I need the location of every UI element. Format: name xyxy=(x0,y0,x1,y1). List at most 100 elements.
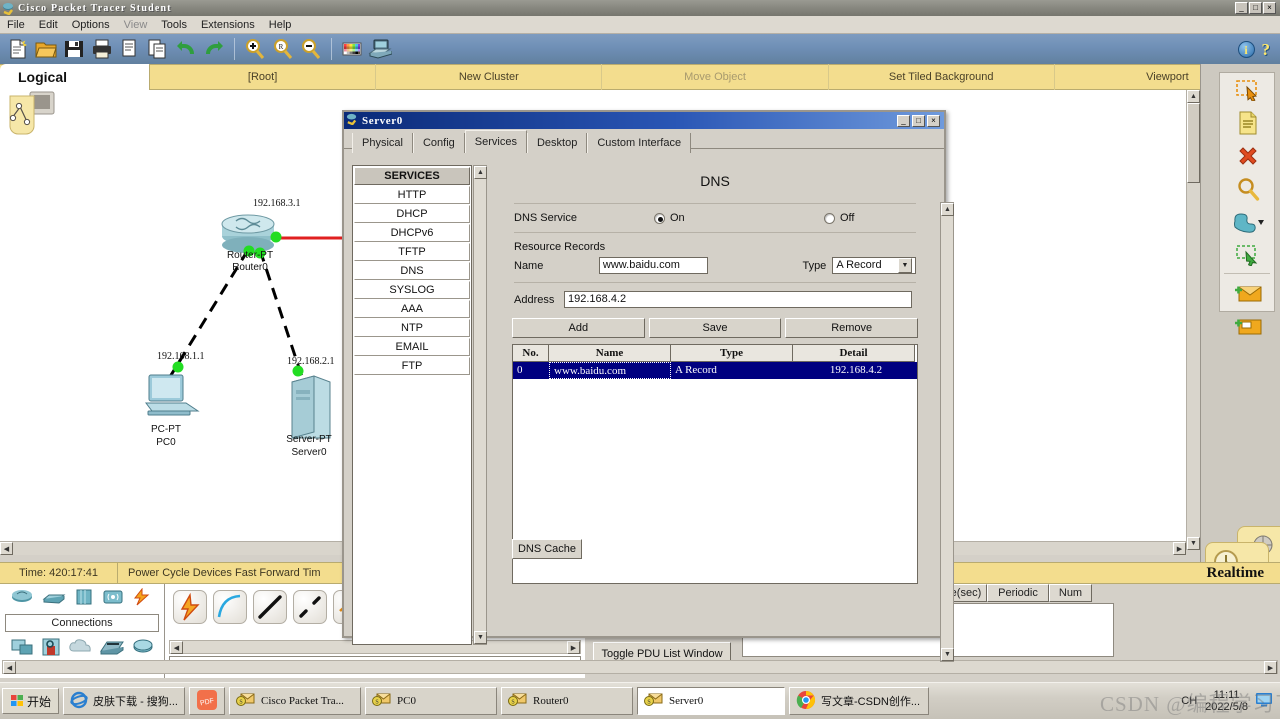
service-item-tftp[interactable]: TFTP xyxy=(354,243,470,261)
server0-dialog[interactable]: Server0 _ □ × Physical Config Services D… xyxy=(342,110,946,638)
copper-straight-icon[interactable] xyxy=(10,637,34,660)
address-input[interactable]: 192.168.4.2 xyxy=(564,291,912,308)
ime-indicator[interactable]: CH xyxy=(1181,695,1197,707)
menu-item-tools[interactable]: Tools xyxy=(154,18,194,32)
show-desktop-icon[interactable] xyxy=(1256,693,1272,710)
switch-category-icon[interactable] xyxy=(42,588,66,609)
menu-item-extensions[interactable]: Extensions xyxy=(194,18,262,32)
zoom-reset-icon[interactable]: R xyxy=(271,37,295,61)
inspect-icon[interactable] xyxy=(1220,106,1276,139)
service-item-dns[interactable]: DNS xyxy=(354,262,470,280)
scroll-down-arrow-icon[interactable]: ▼ xyxy=(1187,537,1200,550)
save-button[interactable]: Save xyxy=(649,318,782,338)
services-scroll-down-icon[interactable]: ▼ xyxy=(474,631,487,644)
conn-scroll-left-icon[interactable]: ◀ xyxy=(170,641,183,654)
scroll-thumb[interactable] xyxy=(1187,103,1200,183)
services-list-scrollbar[interactable]: ▲ ▼ xyxy=(473,165,487,645)
hub-category-icon[interactable] xyxy=(74,588,94,609)
workspace-vertical-scrollbar[interactable]: ▲ ▼ xyxy=(1186,90,1200,550)
taskbar-item-server0[interactable]: S Server0 xyxy=(637,687,785,715)
pdu-col-periodic[interactable]: Periodic xyxy=(987,584,1049,602)
menu-item-help[interactable]: Help xyxy=(262,18,299,32)
dns-cache-button[interactable]: DNS Cache xyxy=(512,539,582,559)
add-button[interactable]: Add xyxy=(512,318,645,338)
chevron-down-icon[interactable]: ▼ xyxy=(898,258,912,273)
tab-desktop[interactable]: Desktop xyxy=(527,133,587,153)
menu-item-file[interactable]: File xyxy=(0,18,32,32)
services-scroll-up-icon[interactable]: ▲ xyxy=(474,166,487,179)
info-icon[interactable]: i xyxy=(1238,41,1255,58)
dialog-close-button[interactable]: × xyxy=(927,115,940,127)
conn-scroll-right-icon[interactable]: ▶ xyxy=(567,641,580,654)
automatic-connection-icon[interactable] xyxy=(173,590,207,624)
zoom-in-icon[interactable] xyxy=(243,37,267,61)
connections-category-icon[interactable] xyxy=(132,588,154,609)
pdu-col-num[interactable]: Num xyxy=(1049,584,1092,602)
dsl-modem-icon[interactable] xyxy=(99,638,125,659)
root-breadcrumb[interactable]: [Root] xyxy=(150,64,376,90)
bottom-scroll-left-icon[interactable]: ◀ xyxy=(3,661,16,674)
simulation-actions[interactable]: Power Cycle Devices Fast Forward Tim xyxy=(118,567,321,579)
dialog-vertical-scrollbar[interactable]: ▲ ▼ xyxy=(940,202,954,662)
dns-service-off-radio[interactable]: Off xyxy=(824,212,854,224)
minimize-button[interactable]: _ xyxy=(1235,2,1248,14)
service-item-ftp[interactable]: FTP xyxy=(354,357,470,375)
service-item-dhcpv6[interactable]: DHCPv6 xyxy=(354,224,470,242)
records-col-no[interactable]: No. xyxy=(513,345,549,362)
console-cable-icon[interactable] xyxy=(213,590,247,624)
dialog-minimize-button[interactable]: _ xyxy=(897,115,910,127)
palette-icon[interactable] xyxy=(340,37,364,61)
copper-straight-through-icon[interactable] xyxy=(253,590,287,624)
add-simple-pdu-icon[interactable] xyxy=(1220,276,1276,309)
records-col-detail[interactable]: Detail xyxy=(793,345,915,362)
taskbar-item-router0[interactable]: S Router0 xyxy=(501,687,633,715)
tab-services[interactable]: Services xyxy=(465,130,527,153)
service-item-http[interactable]: HTTP xyxy=(354,186,470,204)
zoom-out-icon[interactable] xyxy=(299,37,323,61)
close-button[interactable]: × xyxy=(1263,2,1276,14)
undo-icon[interactable] xyxy=(174,37,198,61)
magnify-icon[interactable] xyxy=(1220,172,1276,205)
taskbar-item-pc0[interactable]: S PC0 xyxy=(365,687,497,715)
help-icon[interactable]: ? xyxy=(1262,41,1271,58)
dialog-scroll-down-icon[interactable]: ▼ xyxy=(941,648,954,661)
console-icon[interactable] xyxy=(41,637,61,660)
new-cluster-button[interactable]: New Cluster xyxy=(376,64,602,90)
tab-physical[interactable]: Physical xyxy=(352,133,413,153)
taskbar-item-sogou[interactable]: 皮肤下载 - 搜狗... xyxy=(63,687,185,715)
service-item-syslog[interactable]: SYSLOG xyxy=(354,281,470,299)
dialog-maximize-button[interactable]: □ xyxy=(912,115,925,127)
save-icon[interactable] xyxy=(62,37,86,61)
taskbar-item-csdn[interactable]: 写文章-CSDN创作... xyxy=(789,687,929,715)
wireless-category-icon[interactable] xyxy=(102,588,124,609)
paste-icon[interactable] xyxy=(146,37,170,61)
redo-icon[interactable] xyxy=(202,37,226,61)
dns-service-on-radio[interactable]: On xyxy=(654,212,824,224)
open-folder-icon[interactable] xyxy=(34,37,58,61)
remove-button[interactable]: Remove xyxy=(785,318,918,338)
service-item-ntp[interactable]: NTP xyxy=(354,319,470,337)
menu-item-edit[interactable]: Edit xyxy=(32,18,65,32)
maximize-button[interactable]: □ xyxy=(1249,2,1262,14)
menu-item-view[interactable]: View xyxy=(117,18,155,32)
logical-view-tab[interactable]: Logical xyxy=(0,64,150,90)
tray-clock[interactable]: 11:11 2022/5/8 xyxy=(1205,689,1248,713)
tab-config[interactable]: Config xyxy=(413,133,465,153)
set-tiled-background-button[interactable]: Set Tiled Background xyxy=(829,64,1055,90)
draw-shape-icon[interactable] xyxy=(1220,205,1276,238)
select-icon[interactable] xyxy=(1220,73,1276,106)
bottom-scroll-right-icon[interactable]: ▶ xyxy=(1264,661,1277,674)
service-item-dhcp[interactable]: DHCP xyxy=(354,205,470,223)
new-file-icon[interactable] xyxy=(6,37,30,61)
records-col-name[interactable]: Name xyxy=(549,345,671,362)
add-complex-pdu-icon[interactable] xyxy=(1220,309,1276,342)
bottom-horizontal-scrollbar[interactable]: ◀ ▶ xyxy=(2,660,1278,674)
scroll-right-arrow-icon[interactable]: ▶ xyxy=(1173,542,1186,555)
move-object-button[interactable]: Move Object xyxy=(602,64,828,90)
scroll-up-arrow-icon[interactable]: ▲ xyxy=(1187,90,1200,103)
menu-item-options[interactable]: Options xyxy=(65,18,117,32)
name-input[interactable]: www.baidu.com xyxy=(599,257,709,274)
custom-devices-icon[interactable] xyxy=(368,37,392,61)
table-row[interactable]: 0 www.baidu.com A Record 192.168.4.2 xyxy=(513,362,917,379)
taskbar-item-pdf[interactable]: PDF xyxy=(189,687,225,715)
